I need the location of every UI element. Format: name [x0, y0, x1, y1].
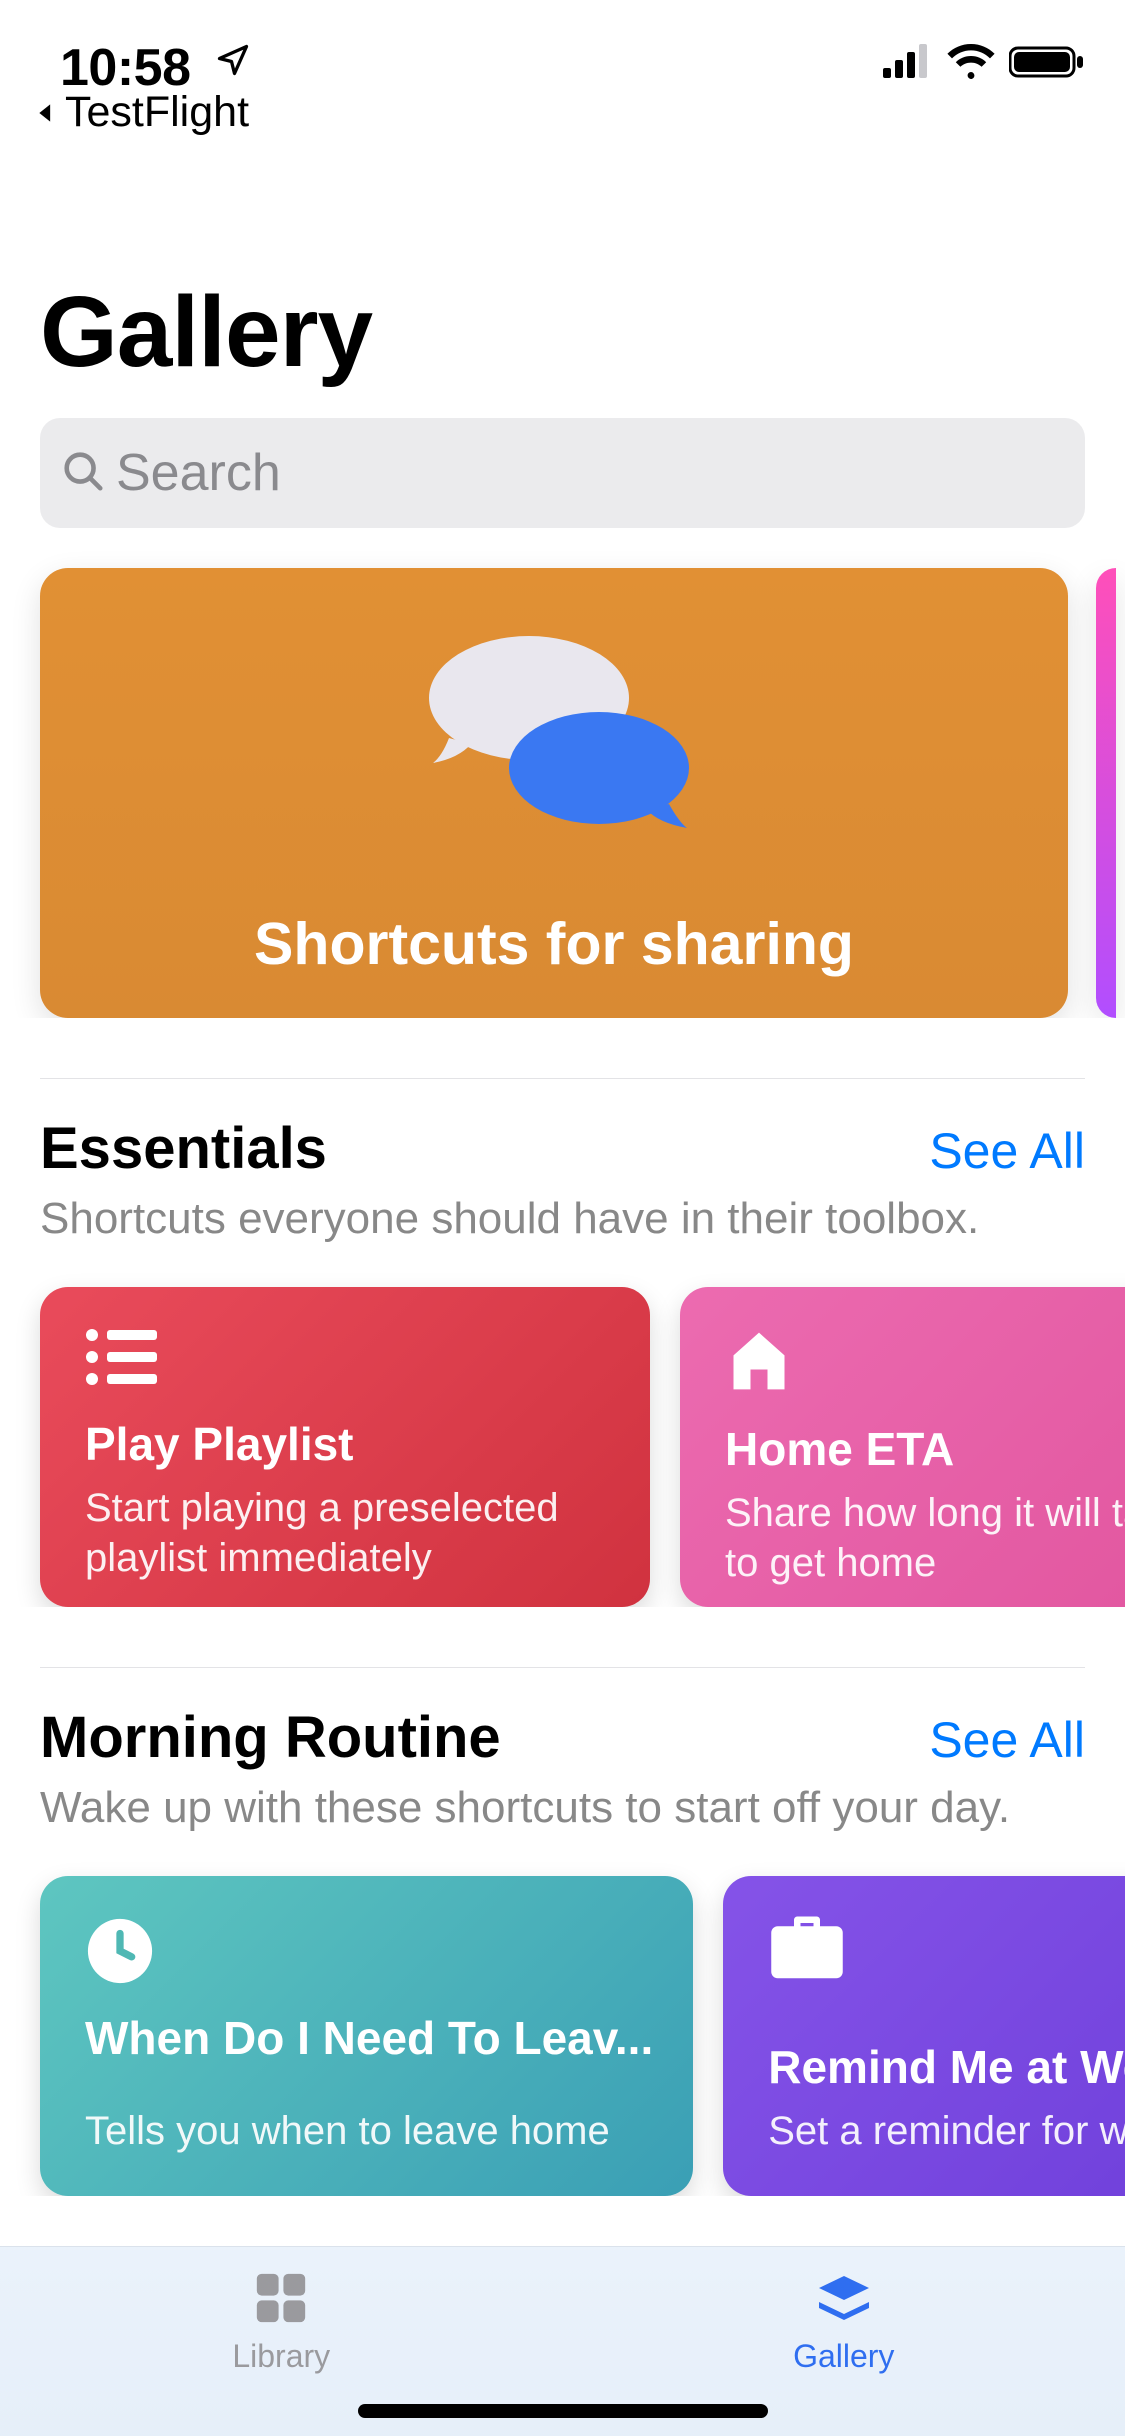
section-subtitle: Shortcuts everyone should have in their …: [0, 1182, 1125, 1247]
back-to-app[interactable]: TestFlight: [35, 88, 249, 137]
gallery-icon: [811, 2269, 877, 2332]
home-indicator[interactable]: [358, 2404, 768, 2418]
card-title: Remind Me at Work: [768, 2040, 1125, 2094]
tab-label: Gallery: [793, 2338, 894, 2375]
briefcase-icon: [768, 1916, 1125, 1986]
search-input[interactable]: [116, 443, 1065, 503]
card-title: Home ETA: [725, 1422, 1125, 1476]
battery-icon: [1009, 44, 1087, 85]
wifi-icon: [947, 44, 995, 85]
card-remind-work[interactable]: Remind Me at Work Set a reminder for whe…: [723, 1876, 1125, 2196]
see-all-essentials[interactable]: See All: [929, 1122, 1085, 1180]
morning-row[interactable]: When Do I Need To Leav... Tells you when…: [0, 1836, 1125, 2196]
section-title: Morning Routine: [40, 1704, 501, 1771]
card-desc: Start playing a preselected playlist imm…: [85, 1483, 610, 1583]
back-app-label: TestFlight: [65, 88, 249, 137]
card-desc: Share how long it will take you to get h…: [725, 1488, 1125, 1588]
card-play-playlist[interactable]: Play Playlist Start playing a preselecte…: [40, 1287, 650, 1607]
page-title: Gallery: [0, 140, 1125, 390]
chat-bubbles-icon: [409, 628, 699, 853]
home-icon: [725, 1327, 1125, 1397]
location-icon: [215, 42, 251, 83]
hero-title: Shortcuts for sharing: [254, 910, 854, 978]
essentials-row[interactable]: Play Playlist Start playing a preselecte…: [0, 1247, 1125, 1607]
status-right: [883, 44, 1087, 85]
see-all-morning[interactable]: See All: [929, 1711, 1085, 1769]
hero-carousel[interactable]: Shortcuts for sharing: [0, 528, 1125, 1018]
section-title: Essentials: [40, 1115, 327, 1182]
card-when-leave[interactable]: When Do I Need To Leav... Tells you when…: [40, 1876, 693, 2196]
cellular-icon: [883, 44, 933, 85]
card-home-eta[interactable]: Home ETA Share how long it will take you…: [680, 1287, 1125, 1607]
hero-card-sharing[interactable]: Shortcuts for sharing: [40, 568, 1068, 1018]
search-icon: [60, 448, 106, 499]
tab-bar: Library Gallery: [0, 2246, 1125, 2436]
section-head-morning: Morning Routine See All: [0, 1668, 1125, 1771]
tab-label: Library: [232, 2338, 330, 2375]
search-field[interactable]: [40, 418, 1085, 528]
card-title: Play Playlist: [85, 1417, 610, 1471]
status-bar: 10:58 TestFlight: [0, 0, 1125, 140]
grid-icon: [252, 2269, 310, 2332]
card-desc: Set a reminder for when: [768, 2106, 1125, 2156]
clock-icon: [85, 1916, 653, 1986]
card-desc: Tells you when to leave home: [85, 2106, 653, 2156]
hero-card-next[interactable]: [1096, 568, 1116, 1018]
section-head-essentials: Essentials See All: [0, 1079, 1125, 1182]
card-title: When Do I Need To Leav...: [85, 2011, 653, 2065]
list-icon: [85, 1327, 610, 1392]
section-subtitle: Wake up with these shortcuts to start of…: [0, 1771, 1125, 1836]
